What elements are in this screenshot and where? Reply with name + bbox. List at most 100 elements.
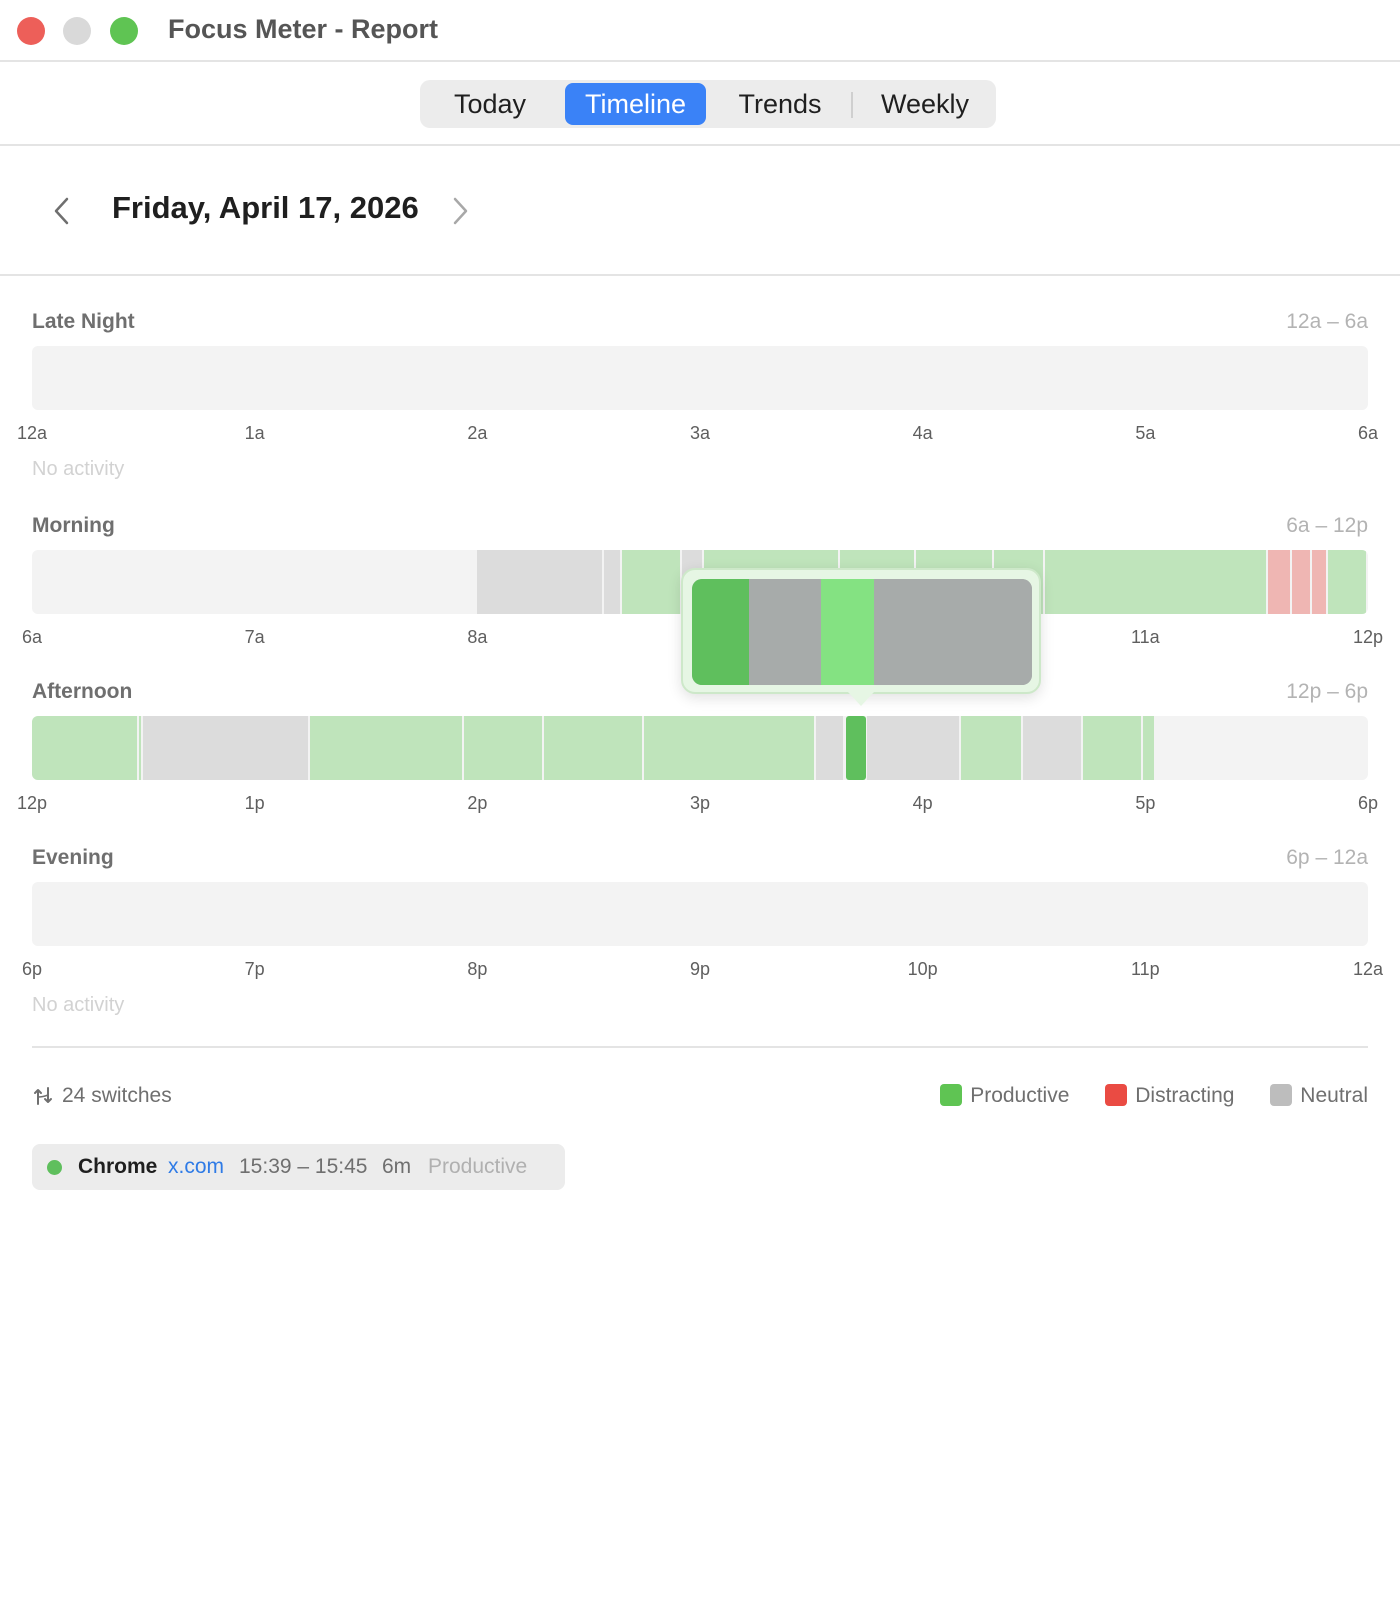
activity-segment[interactable] [1267,550,1291,614]
hour-tick-label: 1p [244,793,265,813]
hour-tick-label: 1a [244,423,265,443]
no-activity-label: No activity [32,994,125,1016]
popover-tail [848,692,874,706]
hour-tick-label: 5a [1135,423,1156,443]
section-range: 6p – 12a [1286,846,1368,869]
hour-tick-label: 6p [21,959,43,979]
activity-segment[interactable] [1327,550,1366,614]
section-label: Late Night [32,310,135,333]
hour-tick-label: 6a [21,627,43,647]
switch-count-text: 24 switches [62,1084,172,1107]
hour-tick-label: 6p [1357,793,1379,813]
hour-tick-label: 2a [467,423,488,443]
selected-segment-detail[interactable]: Chrome x.com 15:39 – 15:45 6m Productive [32,1144,565,1190]
hour-tick-label: 11p [1130,959,1160,979]
category-label: Productive [428,1155,528,1178]
hour-tick-label: 4p [912,793,933,813]
hour-tick-label: 11a [1130,627,1160,647]
preview-segment [821,579,874,685]
activity-segment[interactable] [960,716,1021,780]
popover-preview-bar [692,579,1032,685]
activity-segment[interactable] [1143,716,1155,780]
section-label: Evening [32,846,114,869]
preview-segment [873,579,1032,685]
window-title: Focus Meter - Report [168,14,439,44]
activity-segment[interactable] [622,550,681,614]
chevron-right-icon[interactable] [450,196,470,226]
time-range: 15:39 – 15:45 [239,1155,368,1178]
date-navigation: Friday, April 17, 2026 [0,146,1400,276]
activity-segment[interactable] [644,716,814,780]
domain-link[interactable]: x.com [168,1144,224,1190]
activity-segment[interactable] [867,716,959,780]
preview-segment [749,579,822,685]
section-range: 6a – 12p [1286,514,1368,537]
hour-tick-label: 5p [1135,793,1156,813]
timeline-track[interactable] [32,716,1368,780]
tab-today[interactable]: Today [420,83,560,125]
app-name: Chrome [78,1155,158,1178]
activity-segment[interactable] [845,716,866,780]
hour-tick-label: 10p [907,959,938,979]
legend-swatch [1270,1084,1293,1106]
hour-tick-label: 2p [467,793,488,813]
timeline-track[interactable] [32,346,1368,410]
section-range: 12p – 6p [1286,680,1368,703]
legend: Productive Distracting Neutral [910,1084,1368,1108]
no-activity-label: No activity [32,458,125,480]
status-dot [47,1160,62,1175]
hour-tick-label: 8a [467,627,488,647]
legend-swatch [1105,1084,1128,1106]
section-label: Afternoon [32,680,133,703]
hour-tick-label: 6a [1357,423,1379,443]
close-window-button[interactable] [17,17,45,45]
chevron-left-icon[interactable] [52,196,72,226]
activity-segment[interactable] [463,716,543,780]
hour-tick-label: 12a [1352,959,1384,979]
legend-swatch [940,1084,963,1106]
hour-tick-label: 3p [689,793,711,813]
activity-segment[interactable] [1022,716,1081,780]
duration: 6m [382,1155,412,1178]
preview-segment [692,579,750,685]
window-titlebar: Focus Meter - Report [0,0,1400,62]
switch-count: 24 switches [32,1084,172,1108]
activity-segment[interactable] [1292,550,1311,614]
hour-tick-label: 7a [244,627,265,647]
legend-productive: Productive [940,1084,1069,1108]
segment-preview-popover [681,568,1041,694]
activity-segment[interactable] [544,716,643,780]
activity-segment[interactable] [32,716,137,780]
hour-tick-label: 4a [912,423,933,443]
hour-tick-label: 9p [689,959,711,979]
hour-tick-label: 7p [244,959,265,979]
zoom-window-button[interactable] [110,17,138,45]
activity-segment[interactable] [815,716,843,780]
activity-segment[interactable] [138,716,142,780]
activity-segment[interactable] [477,550,603,614]
tab-timeline[interactable]: Timeline [565,83,706,125]
tab-trends[interactable]: Trends [710,83,850,125]
legend-distracting: Distracting [1105,1084,1234,1108]
activity-segment[interactable] [1045,550,1266,614]
tab-weekly[interactable]: Weekly [855,83,995,125]
hour-tick-label: 12a [16,423,48,443]
activity-segment[interactable] [310,716,462,780]
section-range: 12a – 6a [1286,310,1368,333]
legend-neutral: Neutral [1270,1084,1368,1108]
hour-tick-label: 3a [689,423,711,443]
section-label: Morning [32,514,115,537]
tab-bar: Today Timeline Trends Weekly [0,62,1400,146]
activity-segment[interactable] [1082,716,1142,780]
timeline-track[interactable] [32,882,1368,946]
activity-segment[interactable] [604,550,621,614]
date-title: Friday, April 17, 2026 [112,190,419,225]
view-segmented-control: Today Timeline Trends Weekly [420,80,996,128]
activity-segment[interactable] [143,716,309,780]
hour-tick-label: 12p [1352,627,1384,647]
switch-arrows-icon [32,1084,62,1107]
hour-tick-label: 8p [467,959,488,979]
activity-segment[interactable] [1312,550,1326,614]
hour-tick-label: 12p [16,793,48,813]
minimize-window-button[interactable] [63,17,91,45]
